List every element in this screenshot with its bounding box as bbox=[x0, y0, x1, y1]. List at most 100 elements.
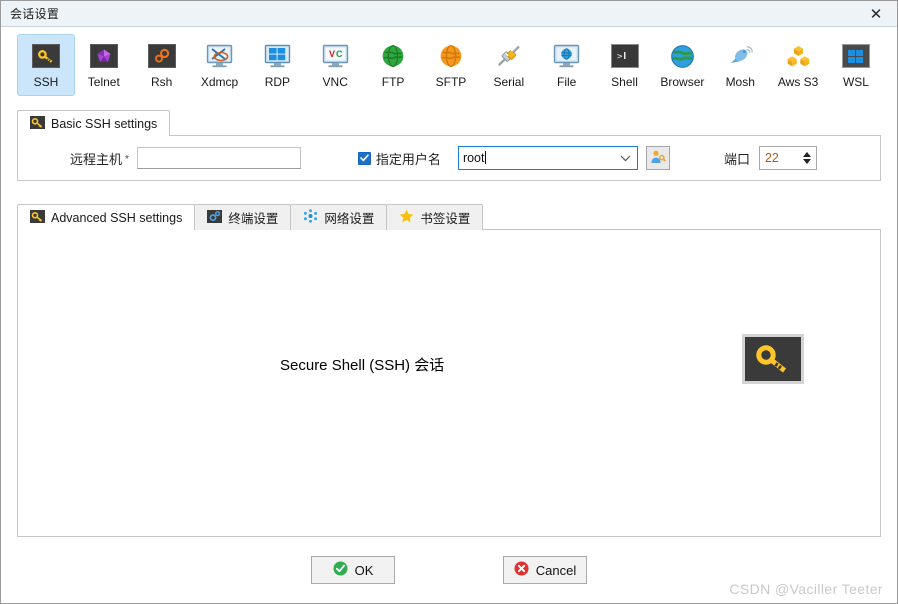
checkbox-checked-icon bbox=[357, 151, 371, 165]
protocol-xdmcp[interactable]: Xdmcp bbox=[191, 34, 249, 96]
watermark: CSDN @Vaciller Teeter bbox=[729, 581, 883, 597]
xdmcp-monitor-icon bbox=[205, 43, 235, 69]
protocol-browser[interactable]: Browser bbox=[653, 34, 711, 96]
spinner-up-icon[interactable] bbox=[802, 152, 811, 157]
protocol-label: Xdmcp bbox=[200, 75, 239, 89]
rsh-gears-icon bbox=[147, 43, 177, 69]
protocol-mosh[interactable]: Mosh bbox=[711, 34, 769, 96]
vnc-monitor-icon: V C bbox=[320, 43, 350, 69]
basic-ssh-settings-panel: 远程主机 * 指定用户名 root 端口 22 bbox=[17, 135, 881, 181]
protocol-sftp[interactable]: SFTP bbox=[422, 34, 480, 96]
ok-button-label: OK bbox=[354, 562, 374, 578]
protocol-file[interactable]: File bbox=[538, 34, 596, 96]
session-settings-dialog: 会话设置 ✕ SSH Telnet Rsh Xdmcp RDP V C VNC … bbox=[0, 0, 898, 604]
wsl-windows-icon bbox=[841, 43, 871, 69]
protocol-label: Aws S3 bbox=[777, 75, 819, 89]
protocol-rsh[interactable]: Rsh bbox=[133, 34, 191, 96]
ssh-key-icon bbox=[31, 43, 61, 69]
spinner-arrows[interactable] bbox=[798, 147, 816, 169]
window-title: 会话设置 bbox=[10, 7, 60, 21]
protocol-telnet[interactable]: Telnet bbox=[75, 34, 133, 96]
protocol-label: RDP bbox=[264, 75, 291, 89]
required-mark: * bbox=[125, 153, 129, 165]
cancel-button-label: Cancel bbox=[535, 562, 577, 578]
protocol-rdp[interactable]: RDP bbox=[248, 34, 306, 96]
protocol-aws-s3[interactable]: Aws S3 bbox=[769, 34, 827, 96]
ok-button[interactable]: OK bbox=[311, 556, 395, 584]
check-circle-icon bbox=[333, 561, 348, 579]
protocol-label: SFTP bbox=[435, 75, 467, 89]
username-combobox[interactable]: root bbox=[457, 146, 638, 170]
protocol-serial[interactable]: Serial bbox=[480, 34, 538, 96]
remote-host-input[interactable] bbox=[136, 147, 301, 169]
protocol-label: WSL bbox=[842, 75, 869, 89]
specify-username-label: 指定用户名 bbox=[375, 151, 441, 167]
serial-plug-icon bbox=[494, 43, 524, 69]
telnet-gem-icon bbox=[89, 43, 119, 69]
protocol-label: Rsh bbox=[150, 75, 173, 89]
advanced-section: Advanced SSH settings 终端设置 网络设置 书签设置 Sec… bbox=[17, 203, 881, 537]
ftp-globe-icon bbox=[378, 43, 408, 69]
protocol-label: Mosh bbox=[725, 75, 755, 89]
terminal-settings-icon bbox=[207, 209, 223, 226]
protocol-label: SSH bbox=[33, 75, 59, 89]
advanced-ssh-settings-panel: Secure Shell (SSH) 会话 bbox=[17, 229, 881, 537]
browse-username-button[interactable] bbox=[645, 146, 670, 170]
svg-text:C: C bbox=[336, 49, 343, 59]
port-spinner[interactable]: 22 bbox=[758, 146, 817, 170]
cancel-button[interactable]: Cancel bbox=[503, 556, 587, 584]
username-value: root bbox=[462, 151, 487, 165]
mosh-dish-icon bbox=[725, 43, 755, 69]
tab-label: 书签设置 bbox=[420, 212, 471, 226]
network-nodes-icon bbox=[303, 209, 318, 226]
svg-text:>: > bbox=[617, 52, 623, 62]
tab-advanced-ssh-settings[interactable]: Advanced SSH settings bbox=[17, 204, 196, 230]
protocol-label: Serial bbox=[493, 75, 525, 89]
tab-network-settings[interactable]: 网络设置 bbox=[290, 204, 388, 230]
tab-bookmark-settings[interactable]: 书签设置 bbox=[386, 204, 484, 230]
ssh-session-caption: Secure Shell (SSH) 会话 bbox=[280, 357, 445, 374]
key-icon bbox=[30, 209, 45, 226]
user-key-icon bbox=[650, 149, 667, 168]
port-value: 22 bbox=[764, 151, 779, 165]
rdp-windows-icon bbox=[262, 43, 292, 69]
shell-console-icon: > bbox=[610, 43, 640, 69]
star-icon bbox=[399, 209, 414, 226]
basic-tabstrip: Basic SSH settings bbox=[17, 109, 881, 136]
protocol-ftp[interactable]: FTP bbox=[364, 34, 422, 96]
tab-terminal-settings[interactable]: 终端设置 bbox=[194, 204, 292, 230]
advanced-tabstrip: Advanced SSH settings 终端设置 网络设置 书签设置 bbox=[17, 203, 881, 230]
protocol-label: File bbox=[556, 75, 577, 89]
protocol-label: VNC bbox=[322, 75, 348, 89]
text-caret bbox=[485, 151, 487, 164]
ssh-key-large-icon bbox=[742, 334, 804, 384]
protocol-label: Telnet bbox=[87, 75, 120, 89]
port-label: 端口 bbox=[723, 151, 750, 167]
remote-host-label: 远程主机 * bbox=[70, 151, 129, 167]
protocol-vnc[interactable]: V C VNC bbox=[306, 34, 364, 96]
protocol-label: FTP bbox=[381, 75, 405, 89]
svg-text:V: V bbox=[329, 49, 335, 59]
protocol-label: Browser bbox=[660, 75, 705, 89]
panel-area: Basic SSH settings 远程主机 * 指定用户名 root 端口 … bbox=[1, 109, 897, 537]
protocol-wsl[interactable]: WSL bbox=[827, 34, 885, 96]
protocol-toolbar: SSH Telnet Rsh Xdmcp RDP V C VNC FTP SFT… bbox=[1, 27, 897, 109]
tab-label: 终端设置 bbox=[228, 212, 279, 226]
file-share-icon bbox=[552, 43, 582, 69]
spinner-down-icon[interactable] bbox=[802, 159, 811, 164]
chevron-down-icon[interactable] bbox=[615, 147, 637, 169]
protocol-label: Shell bbox=[611, 75, 638, 89]
protocol-shell[interactable]: > Shell bbox=[596, 34, 654, 96]
specify-username-checkbox[interactable]: 指定用户名 bbox=[357, 149, 441, 168]
close-icon[interactable]: ✕ bbox=[855, 1, 897, 26]
tab-basic-ssh-settings-label: Basic SSH settings bbox=[51, 116, 158, 131]
x-circle-icon bbox=[514, 561, 529, 579]
protocol-ssh[interactable]: SSH bbox=[17, 34, 75, 96]
key-icon bbox=[30, 115, 45, 132]
tab-label: 网络设置 bbox=[324, 212, 375, 226]
aws-s3-cubes-icon bbox=[783, 43, 813, 69]
titlebar: 会话设置 ✕ bbox=[1, 1, 897, 27]
tab-basic-ssh-settings[interactable]: Basic SSH settings bbox=[17, 110, 171, 136]
sftp-globe-icon bbox=[436, 43, 466, 69]
tab-label: Advanced SSH settings bbox=[51, 210, 183, 225]
